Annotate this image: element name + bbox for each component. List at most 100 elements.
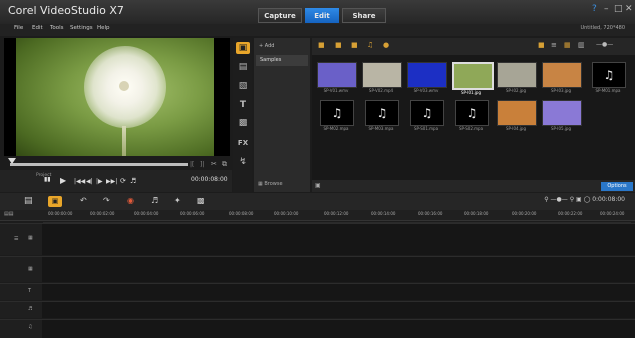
title-track[interactable] <box>0 283 635 300</box>
help-icon[interactable]: ? <box>592 4 597 14</box>
video-track-icon[interactable]: ▦ <box>28 235 33 241</box>
enlarge-icon[interactable]: ⧉ <box>222 160 227 169</box>
redo-icon[interactable]: ↷ <box>103 196 110 205</box>
timeline-view-icon[interactable]: ▣ <box>48 196 62 207</box>
library-item[interactable]: SP-I04.jpg <box>497 100 538 131</box>
tab-capture[interactable]: Capture <box>258 8 302 23</box>
thumbnail-view-icon[interactable]: ▦ <box>564 41 571 49</box>
tab-edit[interactable]: Edit <box>305 8 339 23</box>
track-manager-icon[interactable]: ▤▤ <box>4 211 13 217</box>
voice-track-icon[interactable]: ♬ <box>28 306 32 312</box>
options-button[interactable]: Options <box>601 182 633 191</box>
ruler-tick: 00:00:06:00 <box>180 211 205 216</box>
previous-frame-icon[interactable]: ◀| <box>86 178 93 185</box>
audio-note-icon: ♫ <box>592 62 626 88</box>
library-item-selected[interactable]: SP-I01.jpg <box>452 62 494 95</box>
repeat-icon[interactable]: ⟳ <box>120 177 126 185</box>
library-item[interactable]: ♫ SP-S01.mpa <box>410 100 448 131</box>
library-item[interactable]: SP-I03.jpg <box>542 62 583 93</box>
show-fx-icon[interactable]: ● <box>383 41 389 49</box>
graphics-icon[interactable]: ▩ <box>236 117 250 129</box>
music-track-icon[interactable]: ♫ <box>28 324 32 330</box>
browse-button[interactable]: ▦ Browse <box>258 181 283 187</box>
motion-tracking-icon[interactable]: ✦ <box>174 196 181 205</box>
tab-share[interactable]: Share <box>342 8 386 23</box>
library-item[interactable]: ♫ SP-M01.mpa <box>592 62 630 93</box>
library-item[interactable]: SP-I02.jpg <box>497 62 538 93</box>
import-folder-icon[interactable]: ■ <box>318 41 325 49</box>
scrubber-handle[interactable] <box>8 158 16 164</box>
title-track-icon[interactable]: T <box>28 288 31 294</box>
browse-label: Browse <box>264 181 283 187</box>
show-videos-icon[interactable]: ■ <box>335 41 342 49</box>
record-capture-icon[interactable]: ◉ <box>127 196 134 205</box>
sort-icon[interactable]: ▥ <box>578 41 585 49</box>
menu-edit[interactable]: Edit <box>32 25 43 31</box>
maximize-icon[interactable]: □ <box>614 4 623 14</box>
media-icon[interactable]: ▣ <box>236 42 250 54</box>
folder-samples[interactable]: Samples <box>256 55 308 66</box>
volume-icon[interactable]: ♬ <box>130 177 136 185</box>
menu-tools[interactable]: Tools <box>50 25 64 31</box>
clip-mode-icon[interactable]: ▮▮ <box>44 176 51 183</box>
scrubber-bar[interactable] <box>10 163 188 166</box>
library-item[interactable]: SP-I05.jpg <box>542 100 583 131</box>
voice-track[interactable] <box>0 301 635 318</box>
add-folder-button[interactable]: + Add <box>259 43 274 49</box>
filter-icon[interactable]: FX <box>236 137 250 149</box>
menu-help[interactable]: Help <box>97 25 110 31</box>
end-icon[interactable]: ▶▶| <box>106 178 117 185</box>
library-item[interactable]: SP-V03.wmv <box>407 62 448 93</box>
minimize-icon[interactable]: – <box>604 4 609 14</box>
list-view-icon[interactable]: ■ <box>538 41 545 49</box>
clip-name: SP-S02.mpa <box>458 126 484 131</box>
play-icon[interactable]: ▶ <box>60 176 66 185</box>
clip-thumbnail <box>497 62 537 88</box>
hide-library-icon[interactable]: ▣ <box>315 182 321 189</box>
close-icon[interactable]: ✕ <box>625 4 633 14</box>
audio-note-icon: ♫ <box>320 100 354 126</box>
subtitle-editor-icon[interactable]: ▩ <box>197 196 205 205</box>
library-item[interactable]: ♫ SP-S02.mpa <box>455 100 493 131</box>
menu-settings[interactable]: Settings <box>70 25 93 31</box>
home-icon[interactable]: |◀◀ <box>74 178 85 185</box>
library-item[interactable]: ♫ SP-M02.mpa <box>320 100 358 131</box>
preview-window[interactable] <box>16 38 214 156</box>
clip-name: SP-V01.wmv <box>323 88 349 93</box>
video-track[interactable] <box>0 223 635 255</box>
path-icon[interactable]: ↯ <box>236 156 250 168</box>
transition-icon[interactable]: ▧ <box>236 80 250 92</box>
details-view-icon[interactable]: ≡ <box>551 41 557 49</box>
mark-in-icon[interactable]: |[ <box>190 161 194 168</box>
undo-icon[interactable]: ↶ <box>80 196 87 205</box>
zoom-controls[interactable]: ⚲ —●— ⚲ ▣ ◯ 0:00:08:00 <box>544 196 625 203</box>
library-item[interactable]: SP-V01.wmv <box>317 62 358 93</box>
next-frame-icon[interactable]: |▶ <box>96 178 103 185</box>
show-photos-icon[interactable]: ■ <box>351 41 358 49</box>
title-icon[interactable]: T <box>236 99 250 111</box>
overlay-track-icon[interactable]: ▦ <box>28 266 33 272</box>
auto-music-icon[interactable]: ♬ <box>151 196 158 205</box>
instant-project-icon[interactable]: ▤ <box>236 61 250 73</box>
ripple-edit-icon[interactable]: ☰ <box>14 236 18 242</box>
clip-thumbnail <box>542 62 582 88</box>
music-track[interactable] <box>0 319 635 338</box>
storyboard-view-icon[interactable]: ▤ <box>24 196 33 206</box>
library-item[interactable]: SP-V02.mp4 <box>362 62 403 93</box>
ruler-tick: 00:00:08:00 <box>229 211 254 216</box>
overlay-track[interactable] <box>0 256 635 282</box>
track-header <box>0 284 42 300</box>
audio-note-icon: ♫ <box>365 100 399 126</box>
menu-file[interactable]: File <box>14 25 23 31</box>
track-header <box>0 302 42 318</box>
library-item[interactable]: ♫ SP-M03.mpa <box>365 100 403 131</box>
mark-out-icon[interactable]: ]| <box>200 161 204 168</box>
thumbnail-size-slider[interactable]: —●— <box>596 41 613 48</box>
ruler-tick: 00:00:02:00 <box>90 211 115 216</box>
split-clip-icon[interactable]: ✂ <box>211 160 217 168</box>
library-toolbar <box>312 38 635 55</box>
clip-name: SP-I01.jpg <box>460 90 482 95</box>
show-audio-icon[interactable]: ♫ <box>367 41 373 49</box>
ruler-tick: 00:00:12:00 <box>324 211 349 216</box>
timecode[interactable]: 00:00:08:00 <box>191 176 228 183</box>
